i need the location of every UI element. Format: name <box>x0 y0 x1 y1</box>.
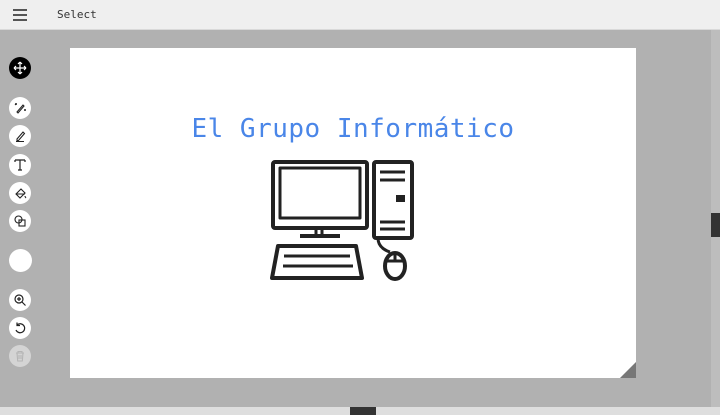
pen-icon <box>16 131 26 143</box>
trash-icon <box>16 350 24 362</box>
tool-palette <box>0 30 44 415</box>
move-tool-button[interactable] <box>9 57 31 79</box>
desktop-computer-icon[interactable] <box>270 160 416 282</box>
move-arrows-icon <box>13 61 27 75</box>
magic-pen-tool-button[interactable] <box>9 97 31 119</box>
color-picker-swatch[interactable] <box>9 249 32 272</box>
undo-icon <box>15 322 26 334</box>
undo-button[interactable] <box>9 317 31 339</box>
drawing-canvas[interactable]: El Grupo Informático <box>70 48 636 378</box>
paint-bucket-icon <box>15 188 27 199</box>
zoom-in-icon <box>14 294 26 306</box>
magic-pen-icon <box>14 103 26 114</box>
delete-button[interactable] <box>9 345 31 367</box>
mode-label: Select <box>57 8 97 21</box>
horizontal-scrollbar[interactable] <box>0 407 720 415</box>
canvas-title-text[interactable]: El Grupo Informático <box>70 114 636 144</box>
fill-tool-button[interactable] <box>9 182 31 204</box>
shapes-tool-button[interactable] <box>9 210 31 232</box>
hamburger-menu-icon[interactable] <box>13 9 27 21</box>
vertical-scrollbar[interactable] <box>711 30 720 407</box>
vertical-scroll-thumb[interactable] <box>711 213 720 237</box>
resize-handle[interactable] <box>620 362 636 378</box>
top-bar: Select <box>0 0 720 30</box>
zoom-tool-button[interactable] <box>9 289 31 311</box>
horizontal-scroll-thumb[interactable] <box>350 407 376 415</box>
text-icon <box>14 159 26 171</box>
text-tool-button[interactable] <box>9 154 31 176</box>
pen-tool-button[interactable] <box>9 125 31 147</box>
shapes-icon <box>14 215 26 227</box>
